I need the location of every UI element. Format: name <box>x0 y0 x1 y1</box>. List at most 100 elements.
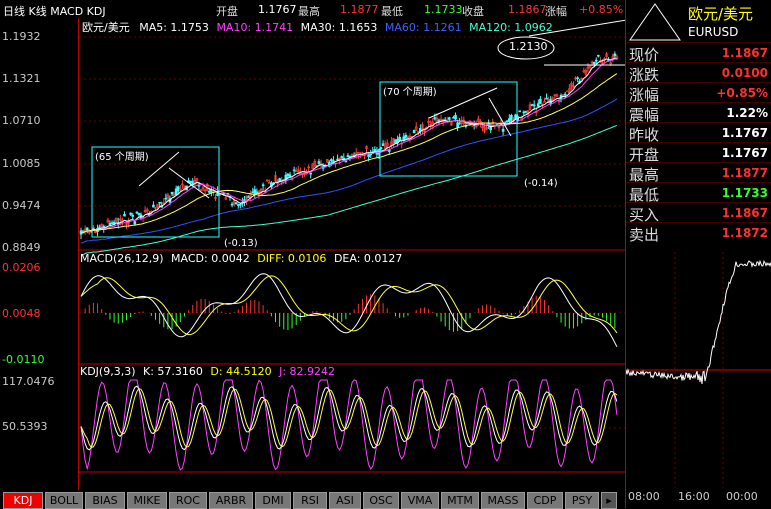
y-axis-column: 1.1932 1.1321 1.0710 1.0085 0.9474 0.884… <box>0 18 78 490</box>
candle-body <box>458 122 461 125</box>
macd-value: MACD: 0.0042 <box>171 252 250 265</box>
candle-body <box>137 212 141 215</box>
tab-rsi[interactable]: RSI <box>293 492 327 509</box>
candle-body <box>176 186 180 192</box>
tab-dmi[interactable]: DMI <box>255 492 291 509</box>
candle-body <box>152 204 155 208</box>
high-value: 1.1877 <box>340 3 379 16</box>
candle-body <box>613 53 617 57</box>
intraday-x-tick: 16:00 <box>678 490 710 503</box>
high-label: 最高 <box>298 5 320 18</box>
candle-body <box>292 169 296 172</box>
low-value: 1.1733 <box>424 3 463 16</box>
kdj-j: J: 82.9242 <box>279 365 336 378</box>
candle-body <box>309 172 312 175</box>
tab-scroll-arrow[interactable]: ▸ <box>601 492 617 509</box>
candle-body <box>597 54 600 57</box>
chart-area[interactable]: 欧元/美元 MA5: 1.1753 MA10: 1.1741 MA30: 1.1… <box>78 18 625 505</box>
low-label: 最低 <box>381 5 403 18</box>
candle-body <box>532 104 536 107</box>
kdj-line <box>80 385 618 451</box>
candle-body <box>131 214 135 217</box>
candle-body <box>522 111 526 114</box>
annotation-70-note: (-0.14) <box>524 178 558 189</box>
quote-row-value: +0.85% <box>716 86 768 100</box>
y-tick: 1.1321 <box>2 72 41 85</box>
candle-body <box>510 115 513 121</box>
quote-row: 涨跌 0.0100 <box>626 62 771 84</box>
candle-body <box>518 110 521 113</box>
macd-y-tick: 0.0048 <box>2 307 41 320</box>
chart-title: 日线 K线 MACD KDJ <box>3 5 106 18</box>
tab-arbr[interactable]: ARBR <box>209 492 253 509</box>
moving-average-line <box>81 57 618 234</box>
y-tick: 0.8849 <box>2 241 41 254</box>
candle-body <box>454 114 457 120</box>
legend-ma10: MA10: 1.1741 <box>216 21 294 34</box>
candle-body <box>344 160 348 163</box>
annotation-70-label: (70 个周期) <box>383 87 437 98</box>
candle-body <box>543 101 546 103</box>
quote-row-value: 1.1877 <box>721 166 768 180</box>
quote-row: 买入 1.1867 <box>626 202 771 224</box>
candle-body <box>456 122 459 128</box>
tab-mass[interactable]: MASS <box>481 492 525 509</box>
legend-symbol: 欧元/美元 <box>82 21 130 34</box>
candle-body <box>524 110 528 113</box>
legend-ma120: MA120: 1.0962 <box>469 21 553 34</box>
tab-asi[interactable]: ASI <box>329 492 361 509</box>
quote-row-value: 1.1767 <box>721 126 768 140</box>
tab-roc[interactable]: ROC <box>169 492 207 509</box>
candle-body <box>433 117 437 120</box>
candle-body <box>174 188 178 195</box>
quote-row-value: 1.22% <box>726 106 768 120</box>
candle-body <box>563 93 567 96</box>
candle-body <box>448 117 451 120</box>
open-value: 1.1767 <box>258 3 297 16</box>
y-tick: 1.1932 <box>2 30 41 43</box>
annotation-65-note: (-0.13) <box>224 238 258 249</box>
y-tick: 1.0085 <box>2 157 41 170</box>
candle-body <box>230 203 234 206</box>
tab-mtm[interactable]: MTM <box>441 492 479 509</box>
candle-body <box>85 227 89 231</box>
change-pct-label: 涨幅 <box>545 5 567 18</box>
legend-ma60: MA60: 1.1261 <box>384 21 462 34</box>
circle-note: 1.2130 <box>509 40 548 53</box>
candle-body <box>576 77 579 79</box>
tab-vma[interactable]: VMA <box>401 492 439 509</box>
candle-body <box>508 118 511 123</box>
kdj-d: D: 44.5120 <box>210 365 272 378</box>
tab-boll[interactable]: BOLL <box>45 492 83 509</box>
candle-body <box>129 212 132 215</box>
candle-body <box>336 158 339 161</box>
quote-row-value: 1.1867 <box>721 206 768 220</box>
candle-body <box>394 139 397 144</box>
macd-legend: MACD(26,12,9) MACD: 0.0042 DIFF: 0.0106 … <box>80 252 402 265</box>
candle-body <box>346 155 350 157</box>
candle-body <box>505 120 509 123</box>
intraday-chart[interactable] <box>626 252 771 488</box>
tab-psy[interactable]: PSY <box>565 492 599 509</box>
candle-body <box>123 214 126 217</box>
tab-osc[interactable]: OSC <box>363 492 399 509</box>
quote-row: 现价 1.1867 <box>626 42 771 64</box>
tab-kdj[interactable]: KDJ <box>3 492 43 509</box>
quote-row: 最高 1.1877 <box>626 162 771 184</box>
kdj-y-tick: 50.5393 <box>2 420 48 433</box>
candle-body <box>452 116 455 119</box>
candle-body <box>317 161 321 164</box>
tab-bias[interactable]: BIAS <box>85 492 125 509</box>
change-pct-value: +0.85% <box>579 3 624 16</box>
macd-dea: DEA: 0.0127 <box>333 252 403 265</box>
tab-cdp[interactable]: CDP <box>527 492 563 509</box>
kdj-k: K: 57.3160 <box>143 365 203 378</box>
quote-row: 震幅 1.22% <box>626 102 771 124</box>
quote-symbol-cn: 欧元/美元 <box>688 5 754 23</box>
candle-body <box>189 180 192 183</box>
main-legend: 欧元/美元 MA5: 1.1753 MA10: 1.1741 MA30: 1.1… <box>82 19 553 35</box>
quote-row: 卖出 1.1872 <box>626 222 771 244</box>
quote-panel: 欧元/美元 EURUSD 现价 1.1867 涨跌 0.0100 涨幅 +0.85% 震幅 1… <box>625 0 771 508</box>
candle-body <box>261 184 265 187</box>
tab-mike[interactable]: MIKE <box>127 492 167 509</box>
